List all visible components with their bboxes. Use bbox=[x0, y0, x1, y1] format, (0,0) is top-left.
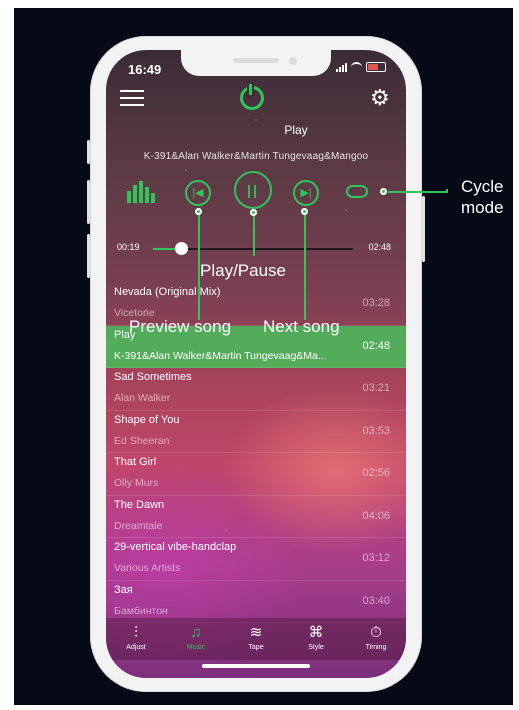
notch bbox=[181, 50, 331, 76]
tab-tape[interactable]: ≋ Tape bbox=[226, 618, 286, 660]
song-duration: 03:53 bbox=[362, 424, 390, 437]
tab-adjust[interactable]: ⫶ Adjust bbox=[106, 618, 166, 660]
song-title: Nevada (Original Mix) bbox=[114, 286, 221, 298]
song-duration: 04:06 bbox=[362, 509, 390, 522]
song-title: 29-vertical vibe-handclap bbox=[114, 541, 237, 553]
song-title: That Girl bbox=[114, 456, 157, 468]
song-title: Shape of You bbox=[114, 413, 180, 426]
song-duration: 03:12 bbox=[362, 552, 390, 564]
status-time: 16:49 bbox=[128, 62, 162, 77]
tab-music[interactable]: ♫ Music bbox=[166, 618, 226, 660]
home-indicator bbox=[202, 664, 310, 668]
song-artist: Olly Murs bbox=[114, 477, 159, 489]
mute-switch bbox=[87, 140, 90, 164]
play-pause-button[interactable]: || bbox=[234, 171, 272, 209]
tab-timing[interactable]: ⏱ Timing bbox=[346, 618, 406, 660]
cellular-signal-icon bbox=[336, 62, 347, 72]
tape-icon: ≋ bbox=[249, 624, 263, 641]
previous-button[interactable]: |◀ bbox=[185, 180, 211, 206]
wifi-icon bbox=[351, 62, 362, 72]
playlist-row[interactable]: 29-vertical vibe-handclap Various Artists… bbox=[106, 538, 406, 581]
song-duration: 03:21 bbox=[362, 382, 390, 394]
play-pause-callout-dot bbox=[250, 209, 257, 216]
cycle-mode-callout-line bbox=[388, 191, 448, 193]
playlist-row[interactable]: That Girl Olly Murs 02:56 bbox=[106, 453, 406, 496]
progress-handle[interactable] bbox=[175, 242, 188, 255]
annotation-cycle-mode: Cycle mode bbox=[461, 176, 504, 218]
now-playing-artist: K-391&Alan Walker&Martin Tungevaag&Mango… bbox=[143, 151, 369, 162]
annotation-cycle-mode-line1: Cycle bbox=[461, 177, 504, 196]
tab-style[interactable]: ⌘ Style bbox=[286, 618, 346, 660]
volume-up-button bbox=[87, 180, 90, 224]
tab-label: Tape bbox=[248, 644, 264, 651]
next-song-callout-line bbox=[304, 212, 306, 320]
cycle-mode-callout-corner bbox=[446, 189, 448, 192]
song-title: Sad Sometimes bbox=[114, 371, 192, 383]
song-duration: 03:40 bbox=[362, 594, 390, 607]
song-artist: K-391&Alan Walker&Martin Tungevaag&Ma... bbox=[114, 349, 327, 362]
battery-icon bbox=[366, 62, 386, 72]
cycle-mode-callout-dot bbox=[380, 188, 387, 195]
now-playing-title: Play bbox=[284, 123, 308, 137]
song-artist: Alan Walker bbox=[114, 392, 171, 404]
annotation-preview-song: Preview song bbox=[129, 317, 232, 336]
cycle-mode-button[interactable] bbox=[346, 185, 368, 198]
front-camera bbox=[289, 57, 297, 65]
music-note-icon: ♫ bbox=[190, 624, 202, 641]
total-time: 02:48 bbox=[368, 242, 391, 252]
song-title: Зая bbox=[114, 583, 133, 596]
power-icon[interactable] bbox=[240, 84, 264, 110]
song-artist: Dreamtale bbox=[114, 519, 163, 532]
equalizer-icon[interactable] bbox=[127, 181, 155, 203]
playlist-row[interactable]: Shape of You Ed Sheeran 03:53 bbox=[106, 411, 406, 453]
next-button[interactable]: ▶| bbox=[293, 180, 319, 206]
playlist-row[interactable]: Зая Бамбинтон 03:40 bbox=[106, 581, 406, 623]
menu-list-icon[interactable] bbox=[120, 90, 144, 108]
song-artist: Ed Sheeran bbox=[114, 434, 170, 447]
side-button bbox=[422, 196, 425, 262]
annotation-cycle-mode-line2: mode bbox=[461, 198, 504, 217]
tab-label: Adjust bbox=[126, 644, 146, 651]
preview-song-callout-dot bbox=[195, 208, 202, 215]
volume-down-button bbox=[87, 234, 90, 278]
annotation-next-song: Next song bbox=[263, 317, 340, 336]
song-duration: 02:56 bbox=[362, 467, 390, 479]
status-icons bbox=[336, 62, 386, 72]
sliders-icon: ⫶ bbox=[134, 624, 138, 641]
top-toolbar: ⚙ bbox=[106, 84, 406, 118]
song-title: The Dawn bbox=[114, 498, 165, 511]
pause-icon: || bbox=[247, 182, 259, 198]
app-screen: 16:49 ⚙ Play K-391&Alan Walker&Martin Tu… bbox=[106, 50, 406, 678]
song-duration: 02:48 bbox=[362, 339, 390, 352]
tab-label: Music bbox=[186, 644, 206, 651]
playlist-row[interactable]: The Dawn Dreamtale 04:06 bbox=[106, 496, 406, 538]
next-song-callout-dot bbox=[301, 208, 308, 215]
play-pause-callout-line bbox=[253, 214, 255, 256]
song-artist: Бамбинтон bbox=[114, 604, 168, 617]
bottom-tab-bar: ⫶ Adjust ♫ Music ≋ Tape ⌘ Style ⏱ Timing bbox=[106, 618, 406, 660]
annotation-play-pause: Play/Pause bbox=[200, 261, 286, 280]
progress-bar[interactable]: 00:19 02:48 bbox=[117, 240, 397, 258]
skip-previous-icon: |◀ bbox=[192, 187, 204, 199]
song-artist: Various Artists bbox=[114, 562, 181, 574]
song-duration: 03:28 bbox=[362, 297, 390, 309]
command-icon: ⌘ bbox=[308, 624, 324, 641]
tab-label: Timing bbox=[365, 644, 387, 651]
tab-label: Style bbox=[308, 644, 324, 651]
skip-next-icon: ▶| bbox=[300, 187, 312, 199]
current-time: 00:19 bbox=[117, 242, 140, 252]
timer-icon: ⏱ bbox=[370, 624, 382, 641]
speaker bbox=[233, 58, 279, 63]
gear-icon[interactable]: ⚙ bbox=[370, 87, 392, 109]
playlist-row[interactable]: Sad Sometimes Alan Walker 03:21 bbox=[106, 368, 406, 411]
